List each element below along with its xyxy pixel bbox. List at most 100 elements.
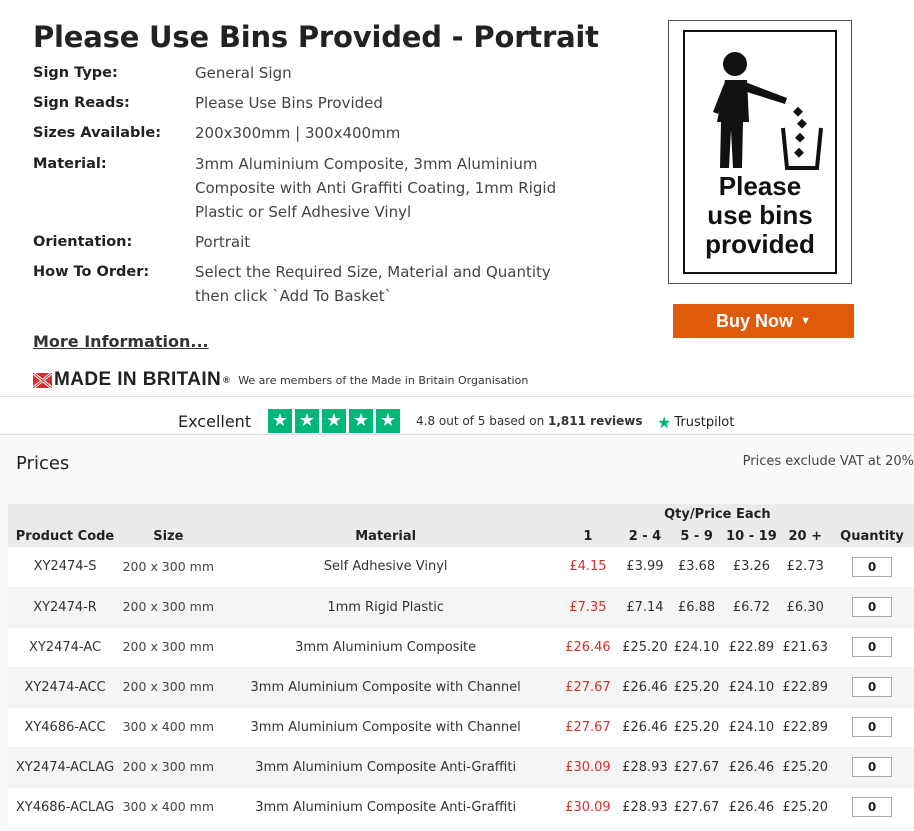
sign-wording: Please use bins provided xyxy=(685,172,835,259)
quantity-input[interactable] xyxy=(852,677,892,697)
price-2-4: £3.99 xyxy=(626,559,664,575)
table-row: XY2474-S 200 x 300 mm Self Adhesive Viny… xyxy=(8,547,914,587)
star-icon: ★ xyxy=(322,409,346,433)
price-5-9: £27.67 xyxy=(673,759,720,775)
price-10-19: £6.72 xyxy=(732,599,771,615)
quantity-input[interactable] xyxy=(852,757,892,777)
quantity-input[interactable] xyxy=(852,637,892,657)
product-header: Please Use Bins Provided - Portrait Sign… xyxy=(0,0,914,400)
trustpilot-score: 4.8 out of 5 based on 1,811 reviews xyxy=(416,414,643,428)
quantity-cell xyxy=(830,787,914,827)
price-20-plus: £22.89 xyxy=(782,719,829,735)
price-20-plus: £25.20 xyxy=(782,799,829,815)
price-20-plus: £2.73 xyxy=(786,559,824,575)
price-5-9: £25.20 xyxy=(673,719,720,735)
made-in-britain-wordmark: MADE IN BRITAIN xyxy=(54,369,222,390)
detail-label: Orientation: xyxy=(33,234,133,250)
buy-now-button[interactable]: Buy Now ▼ xyxy=(673,304,854,338)
column-header: Material xyxy=(355,528,417,544)
product-code: XY4686-ACLAG xyxy=(15,799,115,815)
price-table-header: Product Code Size Material 1 2 - 4 5 - 9… xyxy=(8,525,914,547)
price-1: £4.15 xyxy=(569,559,607,575)
buy-now-label: Buy Now xyxy=(716,310,794,331)
sign-preview[interactable]: Please use bins provided xyxy=(668,20,852,284)
size-cell: 200 x 300 mm xyxy=(122,558,214,574)
quantity-cell xyxy=(830,587,914,627)
sign-line: provided xyxy=(705,229,815,259)
detail-label: Sign Reads: xyxy=(33,95,130,111)
trustpilot-bar[interactable]: Excellent ★ ★ ★ ★ ★ 4.8 out of 5 based o… xyxy=(0,396,914,434)
quantity-input[interactable] xyxy=(852,717,892,737)
trustpilot-review-count[interactable]: 1,811 reviews xyxy=(548,414,643,428)
product-title: Please Use Bins Provided - Portrait xyxy=(33,20,599,54)
detail-label: How To Order: xyxy=(33,264,150,280)
star-icon: ★ xyxy=(376,409,400,433)
price-10-19: £24.10 xyxy=(728,719,775,735)
trustpilot-rating-word: Excellent xyxy=(178,412,252,431)
price-1: £27.67 xyxy=(565,719,611,735)
detail-label: Material: xyxy=(33,156,107,172)
detail-label: Sign Type: xyxy=(33,65,118,81)
price-table: Qty/Price Each Product Code Size Materia… xyxy=(8,504,914,828)
price-1: £30.09 xyxy=(565,799,611,815)
price-20-plus: £6.30 xyxy=(786,599,824,615)
size-cell: 300 x 400 mm xyxy=(122,799,214,814)
quantity-input[interactable] xyxy=(852,597,892,617)
sign-border: Please use bins provided xyxy=(683,30,837,274)
size-cell: 200 x 300 mm xyxy=(122,599,214,614)
product-code: XY2474-AC xyxy=(28,639,102,655)
price-10-19: £26.46 xyxy=(728,759,775,775)
column-header: 10 - 19 xyxy=(726,528,777,544)
price-1: £7.35 xyxy=(569,599,607,615)
column-header: Product Code xyxy=(15,528,115,544)
caret-down-icon: ▼ xyxy=(800,315,811,327)
trustpilot-logo[interactable]: ★ Trustpilot xyxy=(657,413,734,432)
price-2-4: £7.14 xyxy=(626,599,664,615)
price-5-9: £6.88 xyxy=(677,599,716,615)
column-header: 5 - 9 xyxy=(680,528,713,544)
product-code: XY4686-ACC xyxy=(24,719,106,735)
table-row: XY2474-AC 200 x 300 mm 3mm Aluminium Com… xyxy=(8,627,914,667)
prices-panel: Prices Prices exclude VAT at 20% Qty/Pri… xyxy=(0,434,914,831)
detail-value: 200x300mm | 300x400mm xyxy=(195,124,401,142)
price-1: £27.67 xyxy=(565,679,611,695)
sign-line: use bins xyxy=(707,200,813,230)
detail-material: Material: 3mm Aluminium Composite, 3mm A… xyxy=(33,152,593,224)
quantity-cell xyxy=(830,707,914,747)
price-table-group-header: Qty/Price Each xyxy=(8,504,914,525)
price-2-4: £26.46 xyxy=(622,719,668,735)
column-header: Size xyxy=(153,528,184,544)
price-10-19: £26.46 xyxy=(728,799,775,815)
column-header: 2 - 4 xyxy=(628,528,662,544)
product-code: XY2474-ACLAG xyxy=(15,759,115,775)
product-code: XY2474-S xyxy=(33,559,97,575)
size-cell: 200 x 300 mm xyxy=(122,639,214,654)
price-20-plus: £25.20 xyxy=(782,759,829,775)
price-5-9: £27.67 xyxy=(673,799,720,815)
sign-line: Please xyxy=(718,171,802,201)
detail-value: 3mm Aluminium Composite, 3mm Aluminium C… xyxy=(195,155,557,221)
detail-sign-type: Sign Type: General Sign xyxy=(33,61,593,85)
table-row: XY2474-ACC 200 x 300 mm 3mm Aluminium Co… xyxy=(8,667,914,707)
size-cell: 200 x 300 mm xyxy=(122,759,214,774)
detail-sign-reads: Sign Reads: Please Use Bins Provided xyxy=(33,91,593,115)
column-header: Quantity xyxy=(840,528,904,544)
table-row: XY2474-R 200 x 300 mm 1mm Rigid Plastic … xyxy=(8,587,914,627)
column-header: 20 + xyxy=(788,528,823,544)
material-cell: 3mm Aluminium Composite xyxy=(295,639,477,655)
trustpilot-star-icon: ★ xyxy=(657,413,672,432)
quantity-input[interactable] xyxy=(852,797,892,817)
prices-vat-note: Prices exclude VAT at 20% xyxy=(742,454,914,469)
price-20-plus: £22.89 xyxy=(782,679,829,695)
qty-price-header: Qty/Price Each xyxy=(664,507,771,522)
price-2-4: £28.93 xyxy=(622,799,668,815)
trustpilot-score-prefix: 4.8 out of 5 based on xyxy=(416,414,545,428)
made-in-britain-text: We are members of the Made in Britain Or… xyxy=(238,373,529,387)
size-cell: 300 x 400 mm xyxy=(122,719,214,734)
more-information-link[interactable]: More Information... xyxy=(33,332,209,351)
trustpilot-brand-name: Trustpilot xyxy=(674,415,735,430)
detail-value: Portrait xyxy=(195,233,251,251)
quantity-input[interactable] xyxy=(852,556,892,577)
price-1: £26.46 xyxy=(565,639,611,655)
table-row: XY4686-ACC 300 x 400 mm 3mm Aluminium Co… xyxy=(8,707,914,747)
